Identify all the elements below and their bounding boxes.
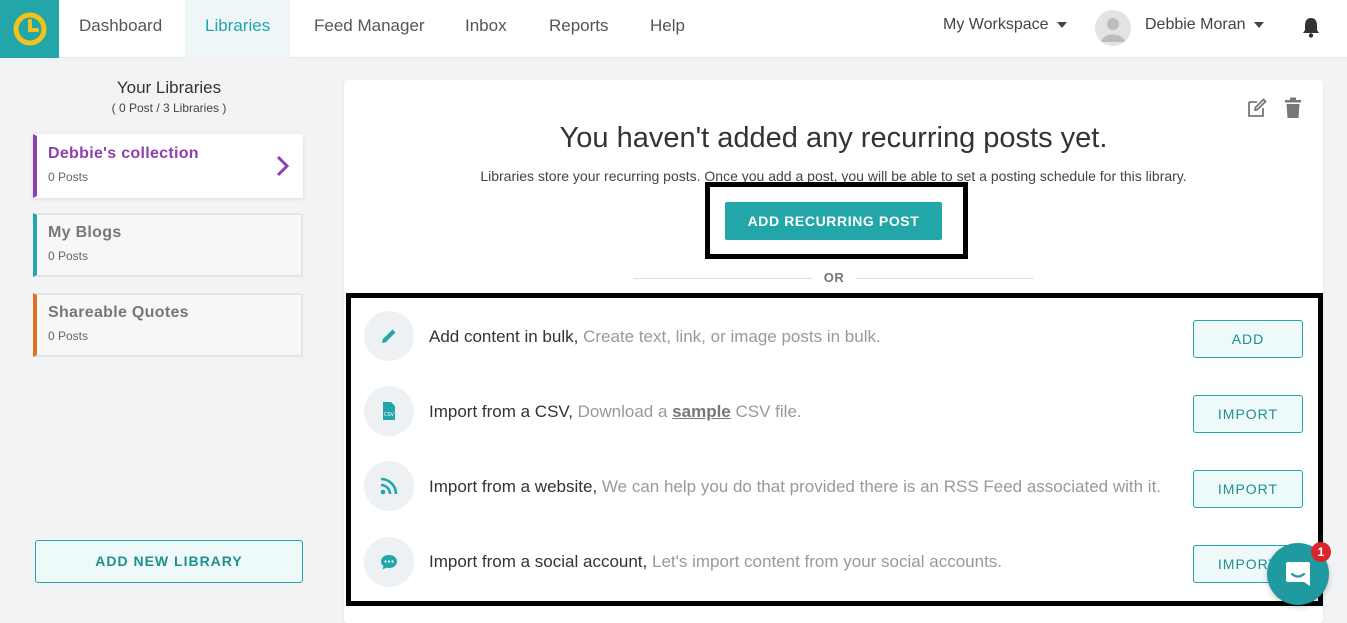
svg-text:CSV: CSV [384, 412, 395, 418]
trash-icon[interactable] [1284, 97, 1302, 124]
user-name-label: Debbie Moran [1145, 16, 1246, 33]
messenger-icon [1286, 562, 1310, 586]
nav-help[interactable]: Help [630, 0, 705, 58]
divider [856, 278, 1034, 279]
option-description: Create text, link, or image posts in bul… [583, 327, 881, 346]
notification-badge: 1 [1311, 542, 1331, 562]
library-post-count: 0 Posts [48, 329, 89, 343]
nav-reports[interactable]: Reports [529, 0, 629, 58]
libraries-title: Your Libraries [116, 78, 222, 97]
avatar[interactable] [1095, 10, 1131, 46]
add-new-library-button[interactable]: ADD NEW LIBRARY [35, 540, 303, 583]
sample-csv-link[interactable]: sample [672, 402, 731, 421]
nav-inbox[interactable]: Inbox [445, 0, 527, 58]
nav-feed-manager[interactable]: Feed Manager [294, 0, 445, 58]
library-post-count: 0 Posts [48, 249, 89, 263]
website-import-option: Import from a website, We can help you d… [429, 477, 1161, 497]
library-name: Debbie's collection [48, 145, 199, 162]
library-name: Shareable Quotes [48, 304, 189, 321]
social-import-option: Import from a social account, Let's impo… [429, 552, 1002, 572]
caret-down-icon [1253, 21, 1264, 28]
edit-icon[interactable] [1246, 97, 1268, 124]
caret-down-icon [1056, 21, 1067, 28]
libraries-summary: ( 0 Post / 3 Libraries ) [111, 101, 227, 115]
option-description: Download a [577, 402, 668, 421]
option-description: We can help you do that provided there i… [601, 477, 1162, 496]
chat-bubble-icon [364, 537, 414, 587]
workspace-dropdown[interactable]: My Workspace [943, 16, 1067, 34]
library-name: My Blogs [48, 224, 122, 241]
notification-bell-icon[interactable] [1301, 16, 1321, 43]
library-card-shareable-quotes[interactable]: Shareable Quotes 0 Posts [33, 293, 303, 357]
app-logo[interactable] [0, 0, 59, 58]
option-title: Import from a CSV, [429, 402, 573, 421]
import-website-button[interactable]: IMPORT [1193, 470, 1303, 508]
user-menu[interactable]: Debbie Moran [1145, 16, 1264, 34]
chevron-right-icon [276, 155, 290, 177]
add-recurring-post-button[interactable]: ADD RECURRING POST [725, 202, 942, 240]
top-nav: Dashboard Libraries Feed Manager Inbox R… [0, 0, 1347, 58]
empty-state-headline: You haven't added any recurring posts ye… [559, 122, 1108, 154]
user-silhouette-icon [1101, 18, 1125, 42]
library-card-my-blogs[interactable]: My Blogs 0 Posts [33, 213, 303, 277]
nav-libraries[interactable]: Libraries [185, 0, 291, 58]
import-csv-button[interactable]: IMPORT [1193, 395, 1303, 433]
pencil-icon [364, 311, 414, 361]
bulk-content-option: Add content in bulk, Create text, link, … [429, 327, 881, 347]
add-bulk-button[interactable]: ADD [1193, 320, 1303, 358]
csv-file-icon: CSV [364, 386, 414, 436]
workspace-label: My Workspace [943, 16, 1049, 33]
clock-logo-icon [13, 12, 47, 46]
option-description-end: CSV file. [735, 402, 802, 421]
option-title: Import from a website, [429, 477, 598, 496]
option-title: Add content in bulk, [429, 327, 579, 346]
option-description: Let's import content from your social ac… [652, 552, 1003, 571]
csv-import-option: Import from a CSV, Download a sample CSV… [429, 402, 802, 422]
option-title: Import from a social account, [429, 552, 648, 571]
divider [634, 278, 812, 279]
library-post-count: 0 Posts [48, 170, 89, 184]
library-card-debbies-collection[interactable]: Debbie's collection 0 Posts [33, 134, 303, 198]
rss-icon [364, 461, 414, 511]
or-separator: OR [823, 270, 845, 285]
nav-dashboard[interactable]: Dashboard [59, 0, 182, 58]
